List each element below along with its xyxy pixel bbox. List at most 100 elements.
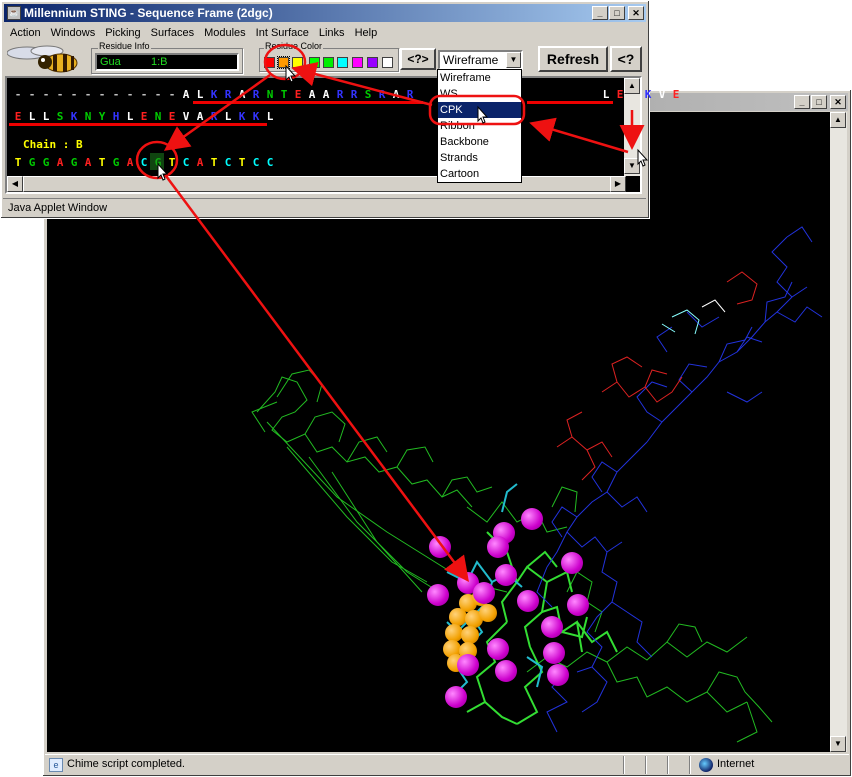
menu-links[interactable]: Links	[314, 24, 350, 42]
minimize-icon[interactable]: _	[592, 6, 608, 20]
residue-letter[interactable]: -	[95, 88, 109, 101]
residue-letter[interactable]: H	[109, 110, 123, 123]
residue-letter[interactable]	[529, 88, 543, 101]
residue-letter[interactable]: -	[165, 88, 179, 101]
residue-letter[interactable]: R	[403, 88, 417, 101]
residue-letter[interactable]: K	[207, 88, 221, 101]
residue-letter[interactable]: C	[221, 156, 235, 169]
residue-letter[interactable]: T	[95, 156, 109, 169]
menu-surfaces[interactable]: Surfaces	[146, 24, 199, 42]
option-cpk[interactable]: CPK	[438, 102, 521, 118]
residue-letter[interactable]: K	[641, 88, 655, 101]
residue-letter[interactable]: L	[263, 110, 277, 123]
residue-letter[interactable]: -	[11, 88, 25, 101]
residue-letter[interactable]: T	[165, 156, 179, 169]
sequence-vscrollbar[interactable]: ▲ ▼	[624, 78, 640, 176]
residue-letter[interactable]: T	[11, 156, 25, 169]
scroll-down-icon[interactable]: ▼	[830, 736, 846, 752]
chime-vscrollbar[interactable]: ▲ ▼	[830, 112, 847, 752]
scroll-down-icon[interactable]: ▼	[624, 158, 640, 174]
residue-letter[interactable]: C	[179, 156, 193, 169]
residue-letter[interactable]: -	[25, 88, 39, 101]
option-cartoon[interactable]: Cartoon	[438, 166, 521, 182]
option-ws[interactable]: WS	[438, 86, 521, 102]
menu-help[interactable]: Help	[350, 24, 383, 42]
residue-letter[interactable]: V	[179, 110, 193, 123]
residue-letter[interactable]: E	[165, 110, 179, 123]
residue-letter[interactable]: K	[235, 110, 249, 123]
residue-letter[interactable]: G	[109, 156, 123, 169]
option-wireframe[interactable]: Wireframe	[438, 70, 521, 86]
residue-letter[interactable]: L	[39, 110, 53, 123]
scroll-up-icon[interactable]: ▲	[830, 112, 846, 128]
residue-letter[interactable]: G	[39, 156, 53, 169]
residue-letter[interactable]: R	[249, 88, 263, 101]
residue-letter[interactable]: C	[249, 156, 263, 169]
residue-letter[interactable]: T	[207, 156, 221, 169]
help-button[interactable]: <?>	[400, 48, 436, 70]
residue-letter[interactable]: A	[389, 88, 403, 101]
residue-letter[interactable]: S	[361, 88, 375, 101]
maximize-icon[interactable]: □	[811, 95, 827, 109]
residue-letter[interactable]: L	[221, 110, 235, 123]
residue-letter[interactable]: G	[25, 156, 39, 169]
color-swatch-cyan[interactable]	[337, 57, 348, 68]
residue-letter[interactable]: R	[347, 88, 361, 101]
residue-letter[interactable]: E	[11, 110, 25, 123]
residue-letter[interactable]: A	[305, 88, 319, 101]
residue-letter[interactable]: -	[67, 88, 81, 101]
residue-letter[interactable]: -	[151, 88, 165, 101]
residue-letter[interactable]: K	[249, 110, 263, 123]
menu-int-surface[interactable]: Int Surface	[251, 24, 314, 42]
close-icon[interactable]: ✕	[830, 95, 846, 109]
residue-letter[interactable]: A	[193, 156, 207, 169]
sequence-hscrollbar[interactable]: ◀ ▶	[7, 176, 626, 192]
residue-letter[interactable]	[417, 88, 431, 101]
residue-letter[interactable]: R	[221, 88, 235, 101]
scroll-up-icon[interactable]: ▲	[624, 78, 640, 94]
residue-letter[interactable]	[543, 88, 557, 101]
render-select[interactable]: Wireframe ▼	[438, 50, 523, 70]
maximize-icon[interactable]: □	[609, 6, 625, 20]
option-backbone[interactable]: Backbone	[438, 134, 521, 150]
minimize-icon[interactable]: _	[794, 95, 810, 109]
residue-letter[interactable]: E	[669, 88, 683, 101]
residue-letter[interactable]: C	[263, 156, 277, 169]
refresh-button[interactable]: Refresh	[538, 46, 608, 72]
residue-letter[interactable]: R	[207, 110, 221, 123]
residue-letter[interactable]: A	[193, 110, 207, 123]
sequence-display[interactable]: ------------ALKRARNTEAARRSRAR LEDKVE ELL…	[5, 76, 679, 194]
menu-modules[interactable]: Modules	[199, 24, 251, 42]
residue-letter[interactable]: G	[67, 156, 81, 169]
color-swatch-yellow[interactable]	[292, 57, 303, 68]
color-swatch-white[interactable]	[382, 57, 393, 68]
residue-letter[interactable]: A	[235, 88, 249, 101]
color-swatch-magenta[interactable]	[352, 57, 363, 68]
color-swatch-purple[interactable]	[367, 57, 378, 68]
residue-letter[interactable]: R	[375, 88, 389, 101]
residue-letter[interactable]: C	[137, 156, 151, 169]
residue-letter[interactable]: A	[319, 88, 333, 101]
residue-letter[interactable]	[571, 88, 585, 101]
residue-letter[interactable]: -	[81, 88, 95, 101]
residue-letter[interactable]: L	[123, 110, 137, 123]
option-ribbon[interactable]: Ribbon	[438, 118, 521, 134]
residue-letter[interactable]: S	[53, 110, 67, 123]
residue-letter[interactable]: N	[81, 110, 95, 123]
residue-letter[interactable]: -	[123, 88, 137, 101]
residue-letter[interactable]: -	[53, 88, 67, 101]
help-button-2[interactable]: <?	[610, 46, 642, 72]
residue-letter[interactable]: K	[67, 110, 81, 123]
residue-letter[interactable]: -	[137, 88, 151, 101]
residue-letter[interactable]: L	[599, 88, 613, 101]
scroll-left-icon[interactable]: ◀	[7, 176, 23, 192]
residue-letter[interactable]: A	[53, 156, 67, 169]
residue-letter[interactable]: N	[151, 110, 165, 123]
residue-letter[interactable]: L	[25, 110, 39, 123]
menu-windows[interactable]: Windows	[46, 24, 101, 42]
residue-letter[interactable]: R	[333, 88, 347, 101]
scroll-thumb[interactable]	[23, 176, 613, 192]
chevron-down-icon[interactable]: ▼	[506, 52, 521, 68]
color-swatch-lime[interactable]	[323, 57, 334, 68]
residue-letter[interactable]	[585, 88, 599, 101]
